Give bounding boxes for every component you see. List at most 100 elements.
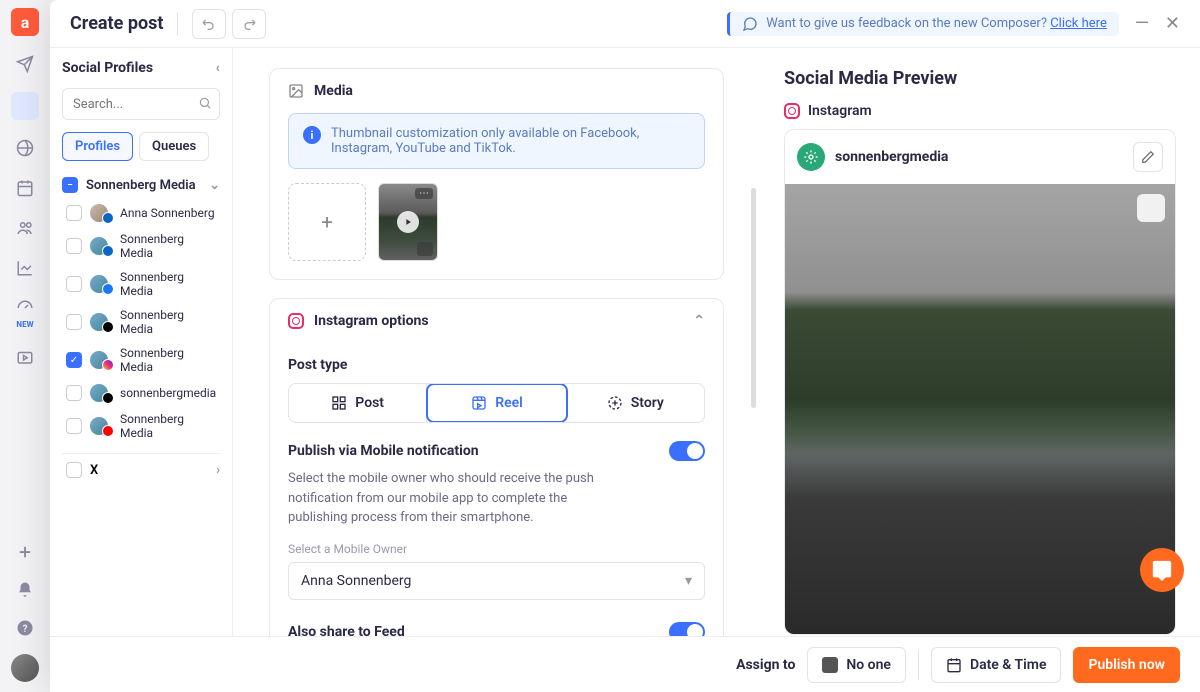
app-logo[interactable]: a [11,8,39,36]
add-media-button[interactable]: + [288,183,366,261]
sidebar-title: Social Profiles [62,60,153,76]
media-menu-button[interactable]: ⋯ [415,188,433,199]
preview-media [785,184,1175,634]
image-icon[interactable] [11,92,39,120]
page-title: Create post [70,13,163,34]
post-type-story[interactable]: Story [567,384,704,422]
calendar-icon[interactable] [13,176,37,200]
profile-checkbox[interactable]: ✓ [66,352,82,368]
publish-mobile-toggle[interactable] [669,441,705,461]
profile-row[interactable]: Sonnenberg Media [62,407,220,445]
profile-row[interactable]: ✓ Sonnenberg Media [62,341,220,379]
undo-button[interactable] [192,9,226,39]
x-platform-row[interactable]: X › [62,453,220,486]
publish-help-text: Select the mobile owner who should recei… [288,469,608,528]
profile-checkbox[interactable] [66,314,82,330]
profile-row[interactable]: Sonnenberg Media [62,303,220,341]
media-icon [288,83,304,99]
feedback-banner: Want to give us feedback on the new Comp… [727,12,1119,36]
edit-preview-button[interactable] [1133,142,1163,172]
instagram-panel-header[interactable]: Instagram options ⌃ [270,299,723,343]
instagram-icon [784,103,800,119]
profile-group-header[interactable]: − Sonnenberg Media ⌄ [62,171,220,199]
chat-icon [742,16,758,32]
composer-main: Media i Thumbnail customization only ava… [233,48,760,636]
story-icon [607,395,623,411]
chevron-down-icon: ⌄ [209,178,220,193]
chevron-right-icon: › [216,463,220,478]
help-icon[interactable]: ? [13,616,37,640]
app-rail: a NEW ? [0,0,50,692]
tab-profiles[interactable]: Profiles [62,132,133,161]
new-badge: NEW [13,320,37,329]
chevron-down-icon: ▾ [685,573,692,589]
grid-icon [331,395,347,411]
bell-icon[interactable] [13,578,37,602]
info-icon: i [303,126,321,144]
media-panel: Media i Thumbnail customization only ava… [269,68,724,280]
preview-pane: Social Media Preview Instagram sonnenber… [760,48,1200,636]
x-checkbox[interactable] [66,462,82,478]
video-library-icon[interactable] [13,345,37,369]
preview-card: sonnenbergmedia [784,129,1176,635]
play-icon [397,211,419,233]
assign-to-label: Assign to [736,657,795,673]
preview-account-name: sonnenbergmedia [835,149,948,165]
globe-icon[interactable] [13,136,37,160]
publish-button[interactable]: Publish now [1073,647,1180,683]
profile-checkbox[interactable] [66,385,82,401]
tab-queues[interactable]: Queues [139,132,209,161]
user-avatar[interactable] [11,654,39,682]
video-badge-icon [417,242,433,256]
chevron-up-icon: ⌃ [693,313,705,329]
profile-row[interactable]: Sonnenberg Media [62,227,220,265]
info-banner: i Thumbnail customization only available… [288,113,705,169]
profiles-sidebar: Social Profiles ‹ Profiles Queues − Sonn… [50,48,233,636]
group-checkbox-indeterminate[interactable]: − [62,177,78,193]
profile-checkbox[interactable] [66,418,82,434]
feedback-link[interactable]: Click here [1050,16,1107,31]
plus-icon[interactable] [13,540,37,564]
modal-header: Create post Want to give us feedback on … [50,0,1200,48]
media-thumbnail[interactable]: ⋯ [378,183,438,261]
composer-modal: Create post Want to give us feedback on … [50,0,1200,692]
assign-to-button[interactable]: No one [807,647,906,683]
profile-row[interactable]: Sonnenberg Media [62,265,220,303]
analytics-icon[interactable] [13,256,37,280]
search-icon [198,96,212,110]
collapse-sidebar-button[interactable]: ‹ [216,60,220,76]
owner-field-label: Select a Mobile Owner [288,542,705,556]
svg-text:?: ? [23,624,28,635]
redo-button[interactable] [232,9,266,39]
profile-row[interactable]: sonnenbergmedia [62,379,220,407]
minimize-button[interactable]: — [1135,13,1149,34]
intercom-launcher[interactable] [1140,548,1184,592]
publish-mobile-label: Publish via Mobile notification [288,443,479,459]
share-feed-label: Also share to Feed [288,624,405,637]
profile-checkbox[interactable] [66,276,82,292]
preview-title: Social Media Preview [784,68,1176,89]
post-type-label: Post type [288,357,705,373]
share-feed-toggle[interactable] [669,622,705,637]
profile-row[interactable]: Anna Sonnenberg [62,199,220,227]
profile-checkbox[interactable] [66,205,82,221]
instagram-icon [288,313,304,329]
post-type-post[interactable]: Post [289,384,427,422]
user-icon [822,657,838,673]
reel-badge-icon [1137,194,1165,222]
datetime-button[interactable]: Date & Time [931,647,1062,683]
preview-avatar [797,143,825,171]
close-button[interactable]: ✕ [1165,13,1180,34]
post-type-reel[interactable]: Reel [426,383,567,423]
send-icon[interactable] [13,52,37,76]
calendar-icon [946,657,962,673]
gauge-icon[interactable] [13,296,37,320]
mobile-owner-select[interactable]: Anna Sonnenberg ▾ [288,562,705,600]
reel-icon [471,395,487,411]
instagram-options-panel: Instagram options ⌃ Post type Post Reel [269,298,724,636]
search-input[interactable] [62,88,220,120]
users-icon[interactable] [13,216,37,240]
profile-checkbox[interactable] [66,238,82,254]
composer-footer: Assign to No one Date & Time Publish now [50,636,1200,692]
scrollbar[interactable] [751,188,756,408]
